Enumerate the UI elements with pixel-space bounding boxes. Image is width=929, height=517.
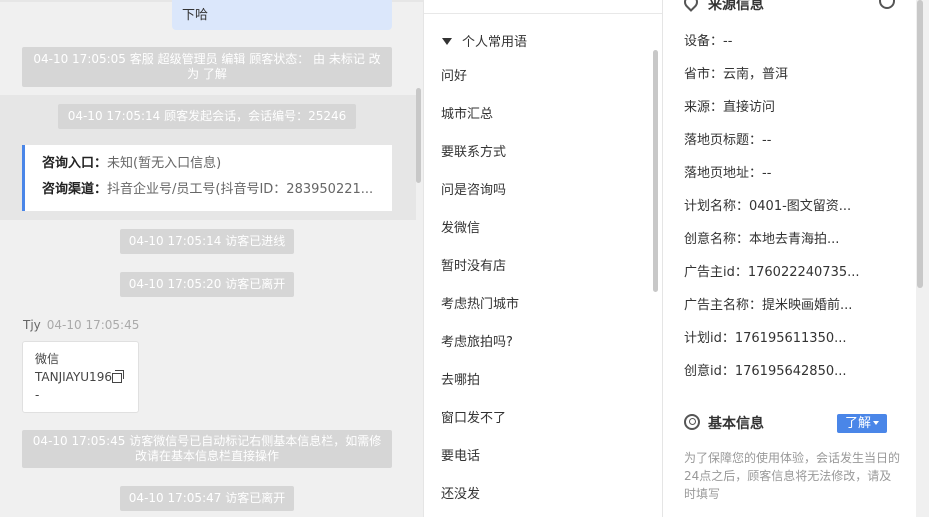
phrase-item[interactable]: 考虑热门城市 xyxy=(441,286,519,324)
system-message-text: 04-10 17:05:05 客服 超级管理员 编辑 顾客状态： 由 未标记 改… xyxy=(33,52,381,81)
info-item-advertiser-name: 广告主名称：提米映画婚前... xyxy=(684,298,853,313)
phrases-scrollbar[interactable] xyxy=(653,50,658,292)
sender-time: 04-10 17:05:45 xyxy=(46,318,140,332)
system-message: 04-10 17:05:20 访客已离开 xyxy=(120,272,294,297)
phrase-item[interactable]: 问是咨询吗 xyxy=(441,172,519,210)
info-item-landing-title: 落地页标题：-- xyxy=(684,133,772,148)
phrase-item[interactable]: 还没发 xyxy=(441,476,519,514)
common-phrases-panel: 个人常用语 问好 城市汇总 要联系方式 问是咨询吗 发微信 暂时没有店 考虑热门… xyxy=(423,0,663,517)
source-info-header: 来源信息 xyxy=(681,0,764,14)
system-message: 04-10 17:05:45 访客微信号已自动标记右侧基本信息栏，如需修改请在基… xyxy=(22,430,392,468)
phrase-group-header[interactable]: 个人常用语 xyxy=(442,31,527,50)
info-item-device: 设备：-- xyxy=(684,34,733,49)
phrase-item[interactable]: 问好 xyxy=(441,58,519,96)
wechat-card-title: 微信 xyxy=(35,352,60,366)
chat-scrollbar[interactable] xyxy=(416,88,421,183)
info-scrollbar[interactable] xyxy=(917,0,923,288)
info-item-region: 省市：云南，普洱 xyxy=(684,67,789,82)
entry-label: 咨询入口： xyxy=(42,156,108,171)
info-item-plan-name: 计划名称：0401-图文留资... xyxy=(684,199,852,214)
phrases-top-divider xyxy=(424,13,662,14)
system-message: 04-10 17:05:47 访客已离开 xyxy=(120,486,294,511)
info-item-creative-id: 创意id：176195642850... xyxy=(684,364,847,379)
wechat-id-row: TANJIAYU196 xyxy=(35,368,126,386)
system-message: 04-10 17:05:14 顾客发起会话，会话编号：25246 xyxy=(58,104,356,129)
user-icon xyxy=(684,414,700,430)
message-sender: Tjy 04-10 17:05:45 xyxy=(23,318,139,332)
source-info-title: 来源信息 xyxy=(708,0,764,13)
phrase-group-title: 个人常用语 xyxy=(462,35,528,50)
phrase-item[interactable]: 发微信 xyxy=(441,210,519,248)
info-item-plan-id: 计划id：176195611350... xyxy=(684,331,847,346)
customer-status-label: 了解 xyxy=(844,416,871,431)
phrase-item[interactable]: 窗口发不了 xyxy=(441,400,519,438)
consult-entry-card: 咨询入口：未知(暂无入口信息) 咨询渠道：抖音企业号/员工号(抖音号ID：283… xyxy=(22,145,392,211)
location-pin-icon xyxy=(681,0,701,12)
entry-value: 未知(暂无入口信息) xyxy=(107,156,222,171)
phrase-item[interactable]: 暂时没有店 xyxy=(441,248,519,286)
phrase-list: 问好 城市汇总 要联系方式 问是咨询吗 发微信 暂时没有店 考虑热门城市 考虑旅… xyxy=(441,58,519,514)
phrase-item[interactable]: 要联系方式 xyxy=(441,134,519,172)
system-message-text: 04-10 17:05:14 顾客发起会话，会话编号：25246 xyxy=(67,109,347,123)
wechat-id-value: TANJIAYU196 xyxy=(35,370,112,384)
system-message-text: 04-10 17:05:14 访客已进线 xyxy=(128,234,286,248)
shield-icon[interactable] xyxy=(879,0,895,9)
info-item-creative-name: 创意名称：本地去青海拍... xyxy=(684,232,840,247)
phrase-item[interactable]: 要电话 xyxy=(441,438,519,476)
system-message-text: 04-10 17:05:45 访客微信号已自动标记右侧基本信息栏，如需修改请在基… xyxy=(32,434,382,463)
edit-deadline-notice: 为了保障您的使用体验，会话发生当日的24点之后，顾客信息将无法修改，请及时填写 xyxy=(684,451,901,501)
agent-message-bubble: 下哈 xyxy=(172,0,392,30)
copy-icon[interactable] xyxy=(111,370,124,383)
info-item-source: 来源：直接访问 xyxy=(684,100,776,115)
caret-down-icon xyxy=(442,38,452,45)
channel-row: 咨询渠道：抖音企业号/员工号(抖音号ID：283950221... xyxy=(42,181,392,207)
system-message: 04-10 17:05:14 访客已进线 xyxy=(120,229,294,254)
entry-row: 咨询入口：未知(暂无入口信息) xyxy=(42,155,392,181)
phrase-item[interactable]: 考虑旅拍吗? xyxy=(441,324,519,362)
basic-info-header: 基本信息 xyxy=(684,413,764,433)
channel-label: 咨询渠道： xyxy=(42,182,108,197)
system-message-text: 04-10 17:05:47 访客已离开 xyxy=(128,491,286,505)
info-item-advertiser-id: 广告主id：176022240735... xyxy=(684,265,860,280)
agent-message-text: 下哈 xyxy=(182,8,209,23)
phrase-item[interactable]: 去哪拍 xyxy=(441,362,519,400)
sender-name: Tjy xyxy=(23,318,41,332)
wechat-card[interactable]: 微信 TANJIAYU196 - xyxy=(22,341,139,413)
caret-down-icon xyxy=(873,421,879,425)
system-message: 04-10 17:05:05 客服 超级管理员 编辑 顾客状态： 由 未标记 改… xyxy=(22,47,392,87)
channel-value: 抖音企业号/员工号(抖音号ID：283950221... xyxy=(107,182,374,197)
customer-info-panel: 来源信息 设备：-- 省市：云南，普洱 来源：直接访问 落地页标题：-- 落地页… xyxy=(663,0,929,517)
phrase-item[interactable]: 城市汇总 xyxy=(441,96,519,134)
source-info-list: 设备：-- 省市：云南，普洱 来源：直接访问 落地页标题：-- 落地页地址：--… xyxy=(684,25,860,388)
basic-info-title: 基本信息 xyxy=(708,416,764,432)
system-message-text: 04-10 17:05:20 访客已离开 xyxy=(128,277,286,291)
customer-status-dropdown[interactable]: 了解 xyxy=(837,414,887,433)
info-item-landing-url: 落地页地址：-- xyxy=(684,166,772,181)
wechat-card-extra: - xyxy=(35,388,40,402)
chat-panel: 下哈 04-10 17:05:05 客服 超级管理员 编辑 顾客状态： 由 未标… xyxy=(0,0,423,517)
